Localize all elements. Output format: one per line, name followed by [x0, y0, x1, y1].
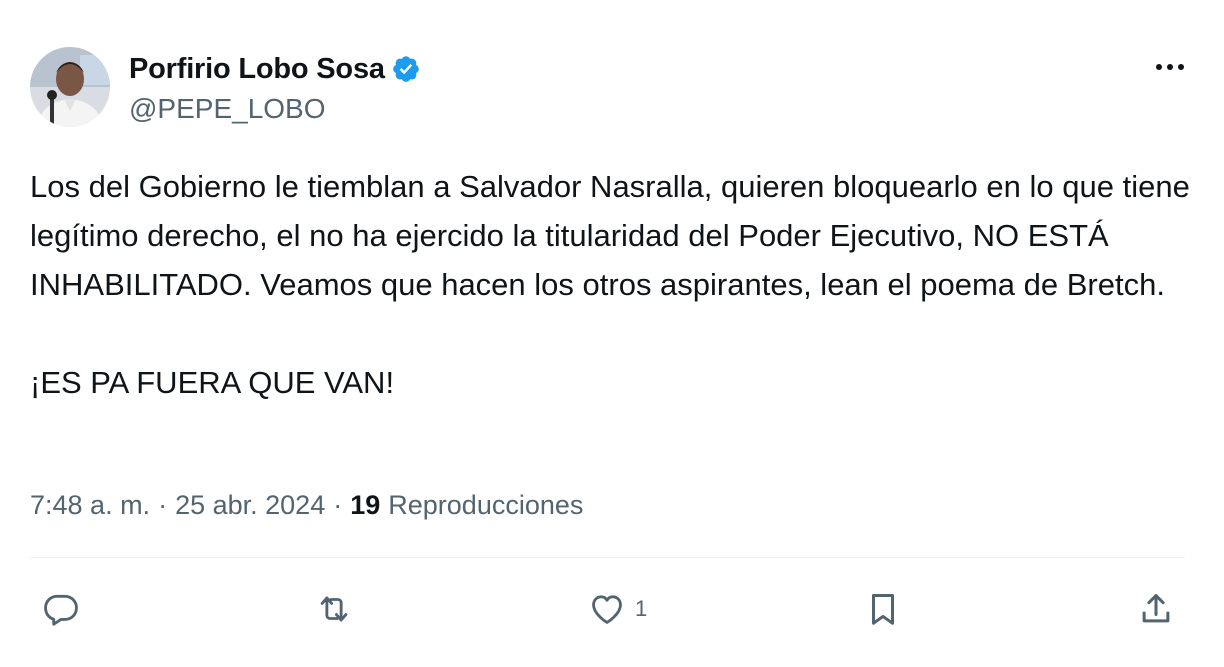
verified-badge-icon[interactable]	[391, 54, 421, 84]
more-dot	[1156, 64, 1162, 70]
like-count: 1	[635, 596, 648, 621]
heart-icon	[592, 595, 622, 624]
tweet-meta: 7:48 a. m. · 25 abr. 2024 · 19 Reproducc…	[30, 485, 583, 525]
avatar-image	[30, 47, 110, 127]
more-options-icon[interactable]	[1150, 52, 1190, 82]
author-handle[interactable]: @PEPE_LOBO	[129, 93, 326, 125]
avatar[interactable]	[30, 47, 110, 127]
share-button[interactable]	[1137, 584, 1175, 634]
tweet-paragraph: Los del Gobierno le tiemblan a Salvador …	[30, 169, 1190, 302]
divider	[30, 557, 1185, 558]
views-count[interactable]: 19	[350, 490, 380, 521]
tweet-date[interactable]: 25 abr. 2024	[175, 490, 325, 521]
more-dot	[1178, 64, 1184, 70]
more-dot	[1167, 64, 1173, 70]
repost-icon	[320, 596, 348, 622]
tweet-paragraph: ¡ES PA FUERA QUE VAN!	[30, 365, 395, 400]
reply-button[interactable]	[42, 584, 80, 634]
tweet-time[interactable]: 7:48 a. m.	[30, 490, 150, 521]
meta-separator: ·	[333, 489, 343, 520]
views-label[interactable]: Reproducciones	[388, 490, 583, 521]
bookmark-button[interactable]	[864, 584, 902, 634]
tweet-text: Los del Gobierno le tiemblan a Salvador …	[30, 162, 1190, 407]
meta-separator: ·	[158, 489, 168, 520]
bookmark-icon	[871, 594, 895, 625]
tweet-card: Porfirio Lobo Sosa @PEPE_LOBO Los del Go…	[0, 0, 1224, 667]
reply-icon	[44, 594, 78, 626]
like-button[interactable]: 1	[587, 584, 647, 634]
share-icon	[1142, 594, 1170, 623]
author-name-row: Porfirio Lobo Sosa	[129, 52, 421, 86]
repost-button[interactable]	[313, 584, 355, 634]
author-display-name[interactable]: Porfirio Lobo Sosa	[129, 53, 385, 86]
